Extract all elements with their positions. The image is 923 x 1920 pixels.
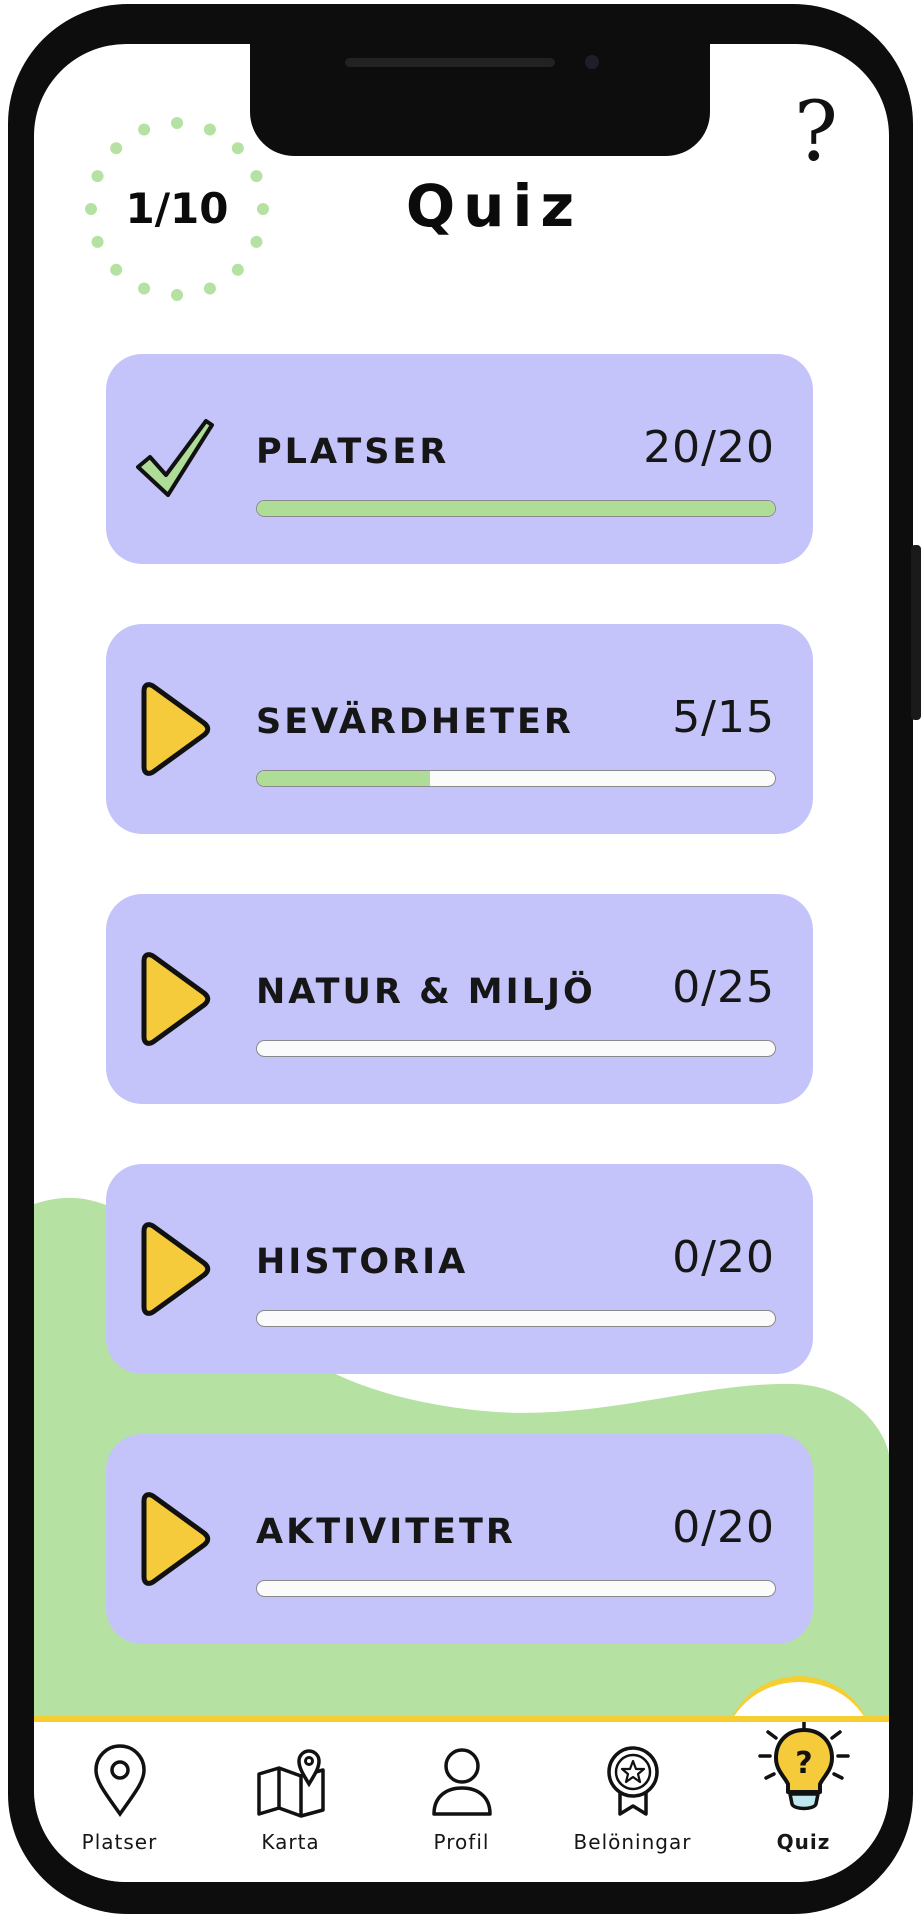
category-card-aktiviteter[interactable]: AKTIVITETR 0/20 [106,1434,813,1644]
nav-label: Platser [81,1830,158,1854]
nav-item-karta[interactable]: Karta [205,1722,376,1882]
progress-fill [257,771,430,786]
progress-badge: 1/10 [82,114,272,304]
category-card-historia[interactable]: HISTORIA 0/20 [106,1164,813,1374]
nav-label: Profil [433,1830,490,1854]
category-card-platser[interactable]: PLATSER 20/20 [106,354,813,564]
bottom-nav: Platser Karta Profil Belöningar ? Quiz [34,1716,889,1882]
map-pin-icon [93,1744,146,1818]
nav-item-profil[interactable]: Profil [376,1722,547,1882]
category-label: HISTORIA [256,1242,469,1282]
nav-item-quiz[interactable]: ? Quiz [718,1722,889,1882]
category-label: PLATSER [256,432,450,472]
user-icon [431,1748,492,1816]
play-icon [141,1492,211,1586]
help-button[interactable]: ? [794,92,838,174]
front-camera [585,55,599,69]
nav-item-beloningar[interactable]: Belöningar [547,1722,718,1882]
map-icon [256,1749,325,1818]
category-card-natur-miljo[interactable]: NATUR & MILJÖ 0/25 [106,894,813,1104]
nav-label: Quiz [776,1830,831,1854]
progress-bar [256,1040,776,1057]
category-label: SEVÄRDHETER [256,702,574,742]
progress-bar [256,1580,776,1597]
nav-item-platser[interactable]: Platser [34,1722,205,1882]
screen: ? 1/10 Quiz PLATSER 20/20 SEVÄRDHETER 5/… [34,44,889,1882]
category-score: 0/25 [672,962,775,1013]
progress-bar [256,1310,776,1327]
check-icon [136,419,214,497]
category-card-sevardheter[interactable]: SEVÄRDHETER 5/15 [106,624,813,834]
category-label: AKTIVITETR [256,1512,516,1552]
phone-notch [250,44,710,156]
progress-bar [256,770,776,787]
category-label: NATUR & MILJÖ [256,972,596,1012]
play-icon [141,952,211,1046]
progress-fill [257,501,775,516]
progress-bar [256,500,776,517]
speaker-grille [345,58,555,67]
play-icon [141,682,211,776]
category-score: 5/15 [672,692,775,743]
play-icon [141,1222,211,1316]
nav-label: Belöningar [573,1830,692,1854]
award-icon [606,1746,659,1816]
category-score: 20/20 [643,422,775,473]
phone-side-button [911,545,921,720]
page-title: Quiz [405,172,583,240]
category-score: 0/20 [672,1502,775,1553]
category-score: 0/20 [672,1232,775,1283]
lightbulb-question-icon: ? [757,1722,850,1811]
nav-label: Karta [261,1830,320,1854]
svg-text:?: ? [795,1746,812,1781]
progress-badge-text: 1/10 [125,184,229,233]
